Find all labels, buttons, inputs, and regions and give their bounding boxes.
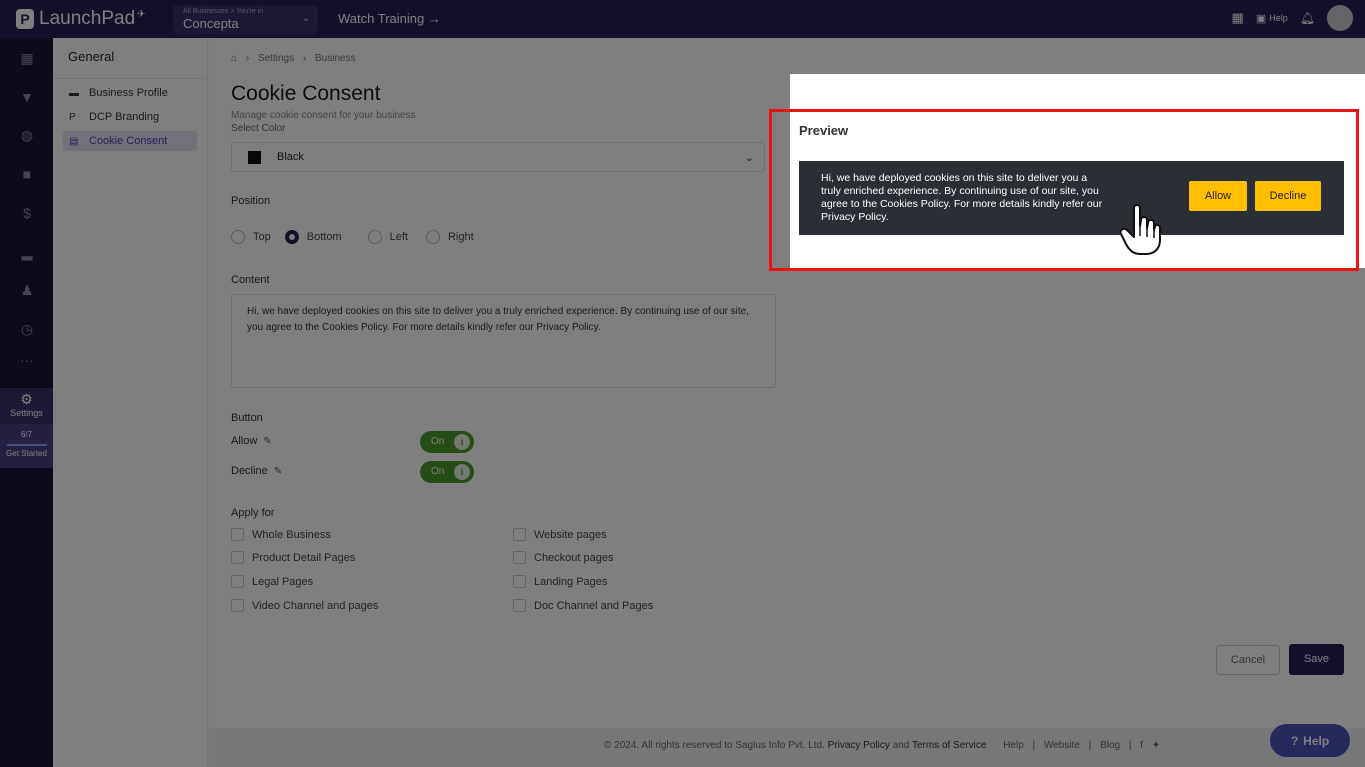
- highlight-outline: [769, 109, 1359, 271]
- hand-cursor-icon: [1120, 204, 1161, 255]
